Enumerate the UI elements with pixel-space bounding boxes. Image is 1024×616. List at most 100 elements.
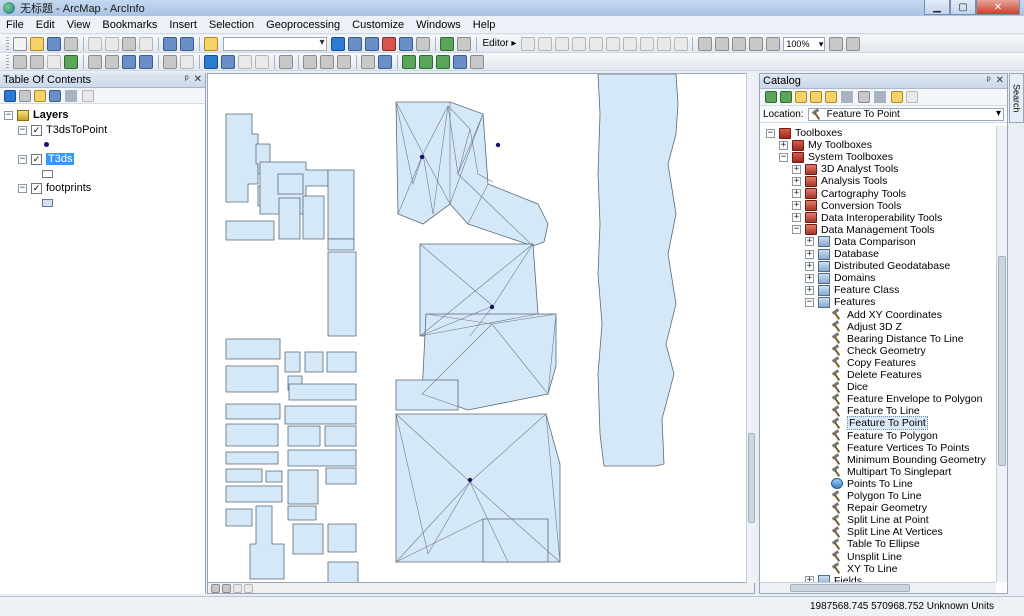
menu-bookmarks[interactable]: Bookmarks <box>96 16 163 34</box>
forward-arrow-icon[interactable] <box>139 54 153 69</box>
menu-selection[interactable]: Selection <box>203 16 260 34</box>
location-input[interactable]: Feature To Point <box>807 107 1004 121</box>
zoom-in-icon[interactable] <box>13 54 27 69</box>
footprint-polygon[interactable] <box>287 505 317 521</box>
find-route-icon[interactable] <box>320 54 334 69</box>
catalog-tree-item[interactable]: Copy Features <box>818 357 916 369</box>
collapse-icon[interactable]: − <box>18 154 27 164</box>
catalog-tree-item[interactable]: Delete Features <box>818 369 922 381</box>
catalog-tree-item[interactable]: Feature To Point <box>818 416 928 431</box>
full-extent-globe-icon[interactable] <box>64 54 78 69</box>
edit-vertices-icon[interactable] <box>554 36 569 51</box>
footprint-polygon[interactable] <box>395 379 459 411</box>
legend-point-symbol[interactable] <box>44 137 49 151</box>
select-features-icon[interactable] <box>163 54 177 69</box>
paste-icon[interactable] <box>122 36 136 51</box>
fixed-zoom-out-icon[interactable] <box>105 54 119 69</box>
toc-options-icon[interactable] <box>81 89 94 102</box>
footprint-polygon[interactable] <box>325 467 357 485</box>
toolbar-grip[interactable] <box>5 36 9 51</box>
collapse-icon[interactable]: − <box>792 225 801 235</box>
split-icon[interactable] <box>605 36 620 51</box>
catalog-tree-item[interactable]: Dice <box>818 381 868 393</box>
catalog-tree-item[interactable]: + Fields <box>805 575 862 582</box>
menu-edit[interactable]: Edit <box>30 16 61 34</box>
layer-row-footprints[interactable]: − ✓ footprints <box>18 181 91 195</box>
toc-close-icon[interactable]: ✕ <box>194 74 202 85</box>
footprint-polygon[interactable] <box>327 238 355 251</box>
select-elements-arrow-icon[interactable] <box>204 54 218 69</box>
layer-visibility-checkbox[interactable]: ✓ <box>31 153 42 165</box>
spatial-adjust-icon[interactable] <box>731 36 746 51</box>
auto-hide-pin-icon[interactable]: ᵖ <box>987 75 991 86</box>
catalog-tree-item[interactable]: + Conversion Tools <box>792 200 901 212</box>
catalog-tree-item[interactable]: Add XY Coordinates <box>818 309 942 321</box>
catalog-tree-item[interactable]: + Data Comparison <box>805 236 916 248</box>
point-feature[interactable] <box>419 154 425 160</box>
refresh-view-icon[interactable] <box>233 583 242 593</box>
catalog-tree-item[interactable]: Split Line At Vertices <box>818 526 943 538</box>
collapse-icon[interactable]: − <box>18 125 27 135</box>
reshape-icon[interactable] <box>571 36 586 51</box>
footprint-polygon[interactable] <box>225 113 259 203</box>
catalog-tree-item[interactable]: Check Geometry <box>818 345 926 357</box>
footprint-polygon[interactable] <box>324 425 357 447</box>
create-viewer-window-icon[interactable] <box>378 54 392 69</box>
footprint-polygon[interactable] <box>327 251 357 337</box>
back-icon[interactable] <box>764 91 777 103</box>
up-one-level-icon[interactable] <box>794 91 807 103</box>
georef-tool-icon[interactable] <box>697 36 712 51</box>
minimize-button[interactable]: ▁ <box>924 0 950 15</box>
footprint-polygon[interactable] <box>249 505 285 580</box>
zoom-out-icon[interactable] <box>30 54 44 69</box>
close-button[interactable]: ✕ <box>976 0 1020 15</box>
copy-icon[interactable] <box>105 36 119 51</box>
layer-visibility-checkbox[interactable]: ✓ <box>31 124 42 136</box>
help-tool-icon[interactable] <box>457 36 471 51</box>
footprint-polygon[interactable] <box>287 469 319 505</box>
catalog-tree-item[interactable]: + My Toolboxes <box>779 139 872 151</box>
legend-blue-polygon-symbol[interactable] <box>42 196 53 210</box>
map-scale-combo[interactable] <box>222 36 327 51</box>
new-document-icon[interactable] <box>13 36 27 51</box>
rotate-icon[interactable] <box>622 36 637 51</box>
catalog-tree-item[interactable]: + Cartography Tools <box>792 188 906 200</box>
maximize-button[interactable]: ▢ <box>950 0 976 15</box>
catalog-tree-item[interactable]: + Distributed Geodatabase <box>805 260 950 272</box>
pause-drawing-icon[interactable] <box>244 583 253 593</box>
create-features-icon[interactable] <box>673 36 688 51</box>
open-folder-icon[interactable] <box>30 36 44 51</box>
home-folder-icon[interactable] <box>809 91 822 103</box>
print-icon[interactable] <box>64 36 78 51</box>
scroll-thumb[interactable] <box>998 256 1006 466</box>
footprint-polygon[interactable] <box>287 449 357 467</box>
go-to-xy-icon[interactable] <box>337 54 351 69</box>
layout-zoom-combo[interactable]: 100% <box>783 36 826 51</box>
toggle-draft-mode-icon[interactable] <box>845 36 860 51</box>
back-arrow-icon[interactable] <box>122 54 136 69</box>
expand-icon[interactable]: + <box>805 285 814 295</box>
data-view-icon[interactable] <box>211 583 220 593</box>
point-feature[interactable] <box>495 142 501 148</box>
list-by-selection-icon[interactable] <box>48 89 61 102</box>
layers-root[interactable]: − Layers <box>4 108 68 122</box>
footprint-polygon[interactable] <box>327 561 359 583</box>
draw-tool-icon[interactable] <box>402 54 416 69</box>
footprint-polygon[interactable] <box>327 523 357 553</box>
forward-icon[interactable] <box>779 91 792 103</box>
footprint-polygon[interactable] <box>225 220 275 241</box>
footprint-polygon[interactable] <box>225 423 279 447</box>
pan-hand-icon[interactable] <box>47 54 61 69</box>
list-by-drawing-order-icon[interactable] <box>3 89 16 102</box>
catalog-close-icon[interactable]: ✕ <box>996 75 1004 86</box>
footprint-polygon[interactable] <box>284 351 301 373</box>
menu-geoprocessing[interactable]: Geoprocessing <box>260 16 346 34</box>
catalog-tree-item[interactable]: + Analysis Tools <box>792 175 887 187</box>
map-canvas[interactable] <box>208 74 755 583</box>
catalog-horizontal-scrollbar[interactable] <box>760 582 996 593</box>
catalog-tree-item[interactable]: + Feature Class <box>805 284 899 296</box>
catalog-tree-item[interactable]: XY To Line <box>818 563 897 575</box>
expand-icon[interactable]: + <box>792 164 801 174</box>
point-feature[interactable] <box>467 477 473 483</box>
catalog-tree-item[interactable]: − Features <box>805 296 875 308</box>
